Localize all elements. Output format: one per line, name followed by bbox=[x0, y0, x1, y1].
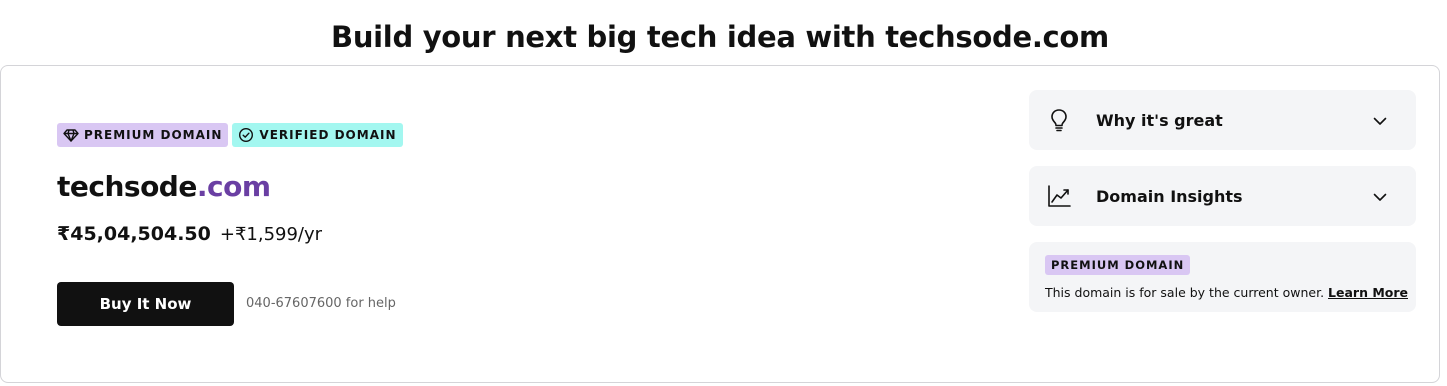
premium-domain-badge: PREMIUM DOMAIN bbox=[1045, 255, 1191, 275]
trend-chart-icon bbox=[1048, 185, 1071, 207]
renewal-price: +₹1,599/yr bbox=[219, 224, 323, 245]
buy-it-now-button[interactable]: Buy It Now bbox=[57, 282, 234, 326]
help-phone-text: 040-67607600 for help bbox=[246, 296, 396, 311]
badge-row: PREMIUM DOMAIN VERIFIED DOMAIN bbox=[57, 123, 403, 147]
sale-notice-text: This domain is for sale by the current o… bbox=[1045, 285, 1325, 300]
check-circle-icon bbox=[239, 127, 254, 143]
lightbulb-icon bbox=[1051, 109, 1067, 132]
chevron-down-icon bbox=[1373, 193, 1387, 201]
domain-insights-accordion[interactable]: Domain Insights bbox=[1029, 166, 1416, 226]
premium-info-box: PREMIUM DOMAIN This domain is for sale b… bbox=[1029, 242, 1416, 312]
domain-card: PREMIUM DOMAIN VERIFIED DOMAIN techsode.… bbox=[0, 65, 1440, 383]
premium-domain-badge: PREMIUM DOMAIN bbox=[57, 123, 229, 147]
page-headline: Build your next big tech idea with techs… bbox=[331, 20, 1109, 54]
premium-badge-label: PREMIUM DOMAIN bbox=[84, 128, 223, 142]
verified-domain-badge: VERIFIED DOMAIN bbox=[232, 123, 403, 147]
why-its-great-label: Why it's great bbox=[1096, 110, 1223, 130]
domain-name: techsode.com bbox=[57, 170, 271, 203]
price-row: ₹45,04,504.50 +₹1,599/yr bbox=[57, 223, 322, 245]
verified-badge-label: VERIFIED DOMAIN bbox=[259, 128, 397, 142]
diamond-icon bbox=[63, 129, 79, 142]
domain-sld: techsode bbox=[57, 170, 197, 203]
domain-insights-label: Domain Insights bbox=[1096, 186, 1243, 206]
chevron-down-icon bbox=[1373, 117, 1387, 125]
why-its-great-accordion[interactable]: Why it's great bbox=[1029, 90, 1416, 150]
learn-more-link[interactable]: Learn More bbox=[1328, 285, 1408, 300]
sale-notice: This domain is for sale by the current o… bbox=[1045, 285, 1408, 300]
domain-tld: .com bbox=[196, 170, 271, 203]
domain-price: ₹45,04,504.50 bbox=[57, 223, 211, 245]
